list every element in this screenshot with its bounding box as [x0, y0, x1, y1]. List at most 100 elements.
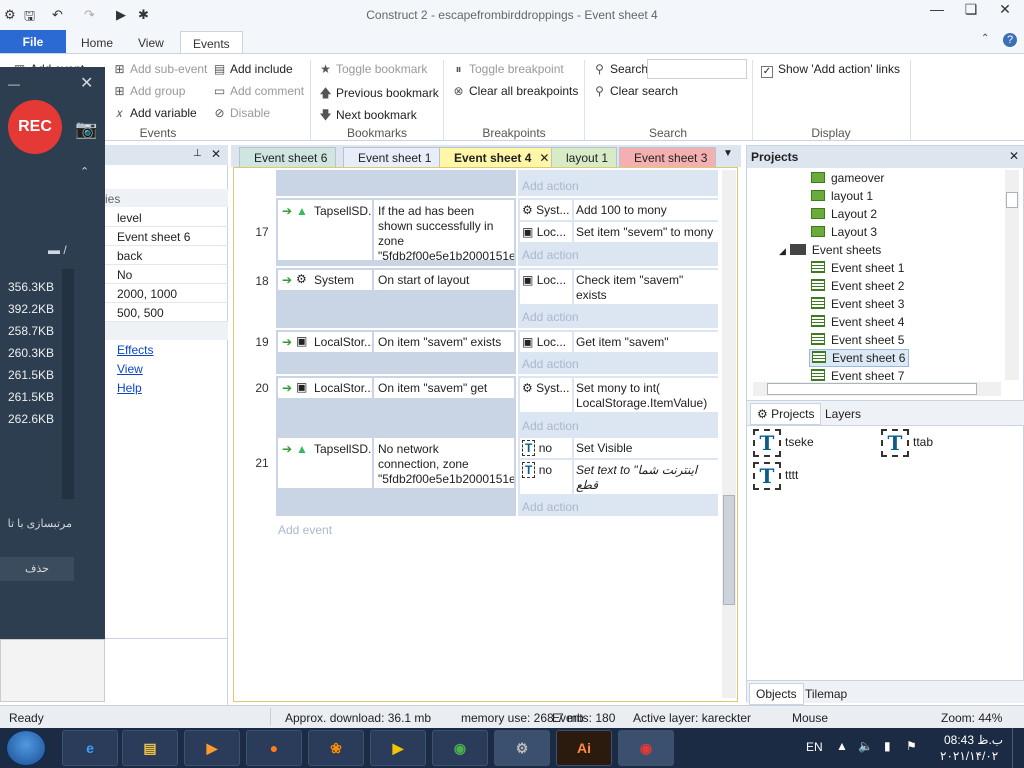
close-panel-icon[interactable]: ✕	[1009, 149, 1019, 163]
collapse-ribbon-icon[interactable]: ⌃	[981, 33, 989, 44]
construct-icon[interactable]: ⚙	[494, 730, 550, 766]
tab-file[interactable]: File	[0, 30, 66, 53]
action-text[interactable]: Check item "savem" exists	[574, 270, 718, 304]
disable-button[interactable]: ⊘ Disable	[212, 106, 270, 120]
show-add-action-checkbox[interactable]: ✓ Show 'Add action' links	[761, 62, 900, 78]
add-action-link[interactable]: Add action	[522, 179, 579, 193]
add-subevent-button[interactable]: ⊞ Add sub-event	[112, 62, 207, 76]
tree-item-event-sheet[interactable]: Event sheet 2	[811, 279, 904, 293]
illustrator-icon[interactable]: Ai	[556, 730, 612, 766]
condition-text[interactable]: No network connection, zone "5fdb2f00e5e…	[374, 438, 514, 488]
ie-icon[interactable]: e	[62, 730, 118, 766]
effects-link[interactable]: Effects	[117, 343, 153, 357]
network-icon[interactable]: ▮	[884, 739, 891, 753]
property-value[interactable]: 2000, 1000	[105, 284, 228, 303]
action-text[interactable]: Set mony to int( LocalStorage.ItemValue)	[574, 378, 718, 412]
tree-item-event-sheet-selected[interactable]: Event sheet 6	[809, 349, 910, 367]
tree-item-layout1[interactable]: layout 1	[811, 189, 873, 203]
tab-list-dropdown-icon[interactable]: ▼	[723, 148, 733, 159]
action-text[interactable]: Add 100 to mony	[574, 200, 718, 220]
event-block[interactable]: ➔ ▲ TapsellSD... No network connection, zo…	[276, 436, 516, 516]
tab-event-sheet-1[interactable]: Event sheet 1	[343, 147, 441, 167]
condition-text[interactable]: On item "savem" exists	[374, 332, 514, 352]
property-value[interactable]: back	[105, 246, 228, 265]
chrome-icon[interactable]: ◉	[432, 730, 488, 766]
action-text[interactable]: Set text to "اینترنت شما قطع است"	[574, 460, 718, 494]
add-comment-button[interactable]: ▭ Add comment	[212, 84, 304, 98]
projects-scrollbar[interactable]	[1005, 170, 1019, 380]
clear-search-button[interactable]: ⚲ Clear search	[592, 84, 678, 98]
tree-item-gameover[interactable]: gameover	[811, 171, 884, 185]
recorder-app-icon[interactable]: ◉	[618, 730, 674, 766]
tray-arrow-icon[interactable]: ▲	[836, 739, 848, 753]
property-value[interactable]: level	[105, 208, 228, 227]
condition-text[interactable]: On item "savem" get	[374, 378, 514, 398]
clear-breakpoints-button[interactable]: ⊗ Clear all breakpoints	[451, 84, 578, 98]
explorer-icon[interactable]: ▤	[122, 730, 178, 766]
recorder-scrollbar[interactable]	[62, 269, 74, 499]
recorder-minimize-icon[interactable]: —	[8, 77, 20, 91]
clock-date[interactable]: ۲۰۲۱/۱۴/۰۲	[940, 749, 998, 763]
language-indicator[interactable]: EN	[806, 740, 823, 754]
chevron-up-icon[interactable]: ⌃	[80, 165, 89, 178]
add-action-link[interactable]: Add action	[522, 419, 579, 433]
pin-icon[interactable]: ⊥	[193, 148, 202, 159]
property-value[interactable]: 500, 500	[105, 303, 228, 322]
event-block[interactable]: ➔ ▣ LocalStor... On item "savem" get	[276, 376, 516, 436]
minimize-button[interactable]: —	[920, 0, 954, 20]
close-button[interactable]: ✕	[988, 0, 1022, 20]
record-button[interactable]: REC	[8, 100, 62, 154]
delete-button[interactable]: حذف	[0, 557, 74, 581]
object-item[interactable]: Tttab	[881, 429, 933, 457]
action-text[interactable]: Set Visible	[574, 438, 718, 458]
tree-item-event-sheet[interactable]: Event sheet 1	[811, 261, 904, 275]
scrollbar-thumb[interactable]	[1006, 192, 1018, 208]
tree-item-event-sheet[interactable]: Event sheet 4	[811, 315, 904, 329]
add-action-link[interactable]: Add action	[522, 357, 579, 371]
projects-hscrollbar[interactable]	[753, 382, 1001, 396]
add-variable-button[interactable]: 𝑥 Add variable	[112, 106, 197, 121]
search-input[interactable]	[647, 59, 747, 79]
add-group-button[interactable]: ⊞ Add group	[112, 84, 185, 98]
previous-bookmark-button[interactable]: 🡅 Previous bookmark	[318, 84, 438, 105]
add-event-link[interactable]: Add event	[278, 523, 332, 537]
event-block[interactable]: ➔ ▣ LocalStor... On item "savem" exists	[276, 330, 516, 374]
scrollbar-thumb[interactable]	[723, 495, 735, 605]
add-action-link[interactable]: Add action	[522, 310, 579, 324]
tree-item-event-sheet[interactable]: Event sheet 7	[811, 369, 904, 383]
player-icon[interactable]: ▶	[370, 730, 426, 766]
expand-icon[interactable]: ◢	[779, 246, 786, 256]
close-tab-icon[interactable]: ✕	[539, 151, 549, 165]
recorder-close-icon[interactable]: ✕	[80, 73, 93, 93]
tab-objects[interactable]: Objects	[749, 683, 804, 705]
help-icon[interactable]: ?	[1003, 33, 1017, 47]
event-block[interactable]: ➔ ⚙ System On start of layout	[276, 268, 516, 328]
add-action-link[interactable]: Add action	[522, 248, 579, 262]
tab-layout-1[interactable]: layout 1	[551, 147, 618, 167]
condition-text[interactable]: If the ad has been shown successfully in…	[374, 200, 514, 260]
start-button[interactable]	[6, 730, 46, 766]
event-sheet-scrollbar[interactable]	[722, 170, 736, 698]
camera-icon[interactable]: 📷	[75, 119, 97, 140]
add-include-button[interactable]: ▤ Add include	[212, 62, 293, 76]
fl-studio-icon[interactable]: ❀	[308, 730, 364, 766]
tab-event-sheet-4[interactable]: Event sheet 4 ✕	[439, 147, 555, 167]
volume-icon[interactable]: 🔈	[858, 739, 873, 753]
scrollbar-thumb[interactable]	[767, 383, 977, 395]
tab-event-sheet-6[interactable]: Event sheet 6	[239, 147, 337, 167]
object-item[interactable]: Ttttt	[753, 462, 798, 490]
property-value[interactable]: No	[105, 265, 228, 284]
object-item[interactable]: Ttseke	[753, 429, 814, 457]
property-value[interactable]: Event sheet 6	[105, 227, 228, 246]
tab-layers[interactable]: Layers	[819, 404, 867, 424]
action-center-icon[interactable]: ⚑	[906, 739, 917, 753]
action-text[interactable]: Get item "savem"	[574, 332, 718, 352]
show-desktop-button[interactable]	[1012, 728, 1024, 768]
view-link[interactable]: View	[117, 362, 143, 376]
tab-event-sheet-3[interactable]: Event sheet 3	[619, 147, 717, 167]
tab-view[interactable]: View	[126, 31, 176, 53]
tab-projects[interactable]: ⚙ Projects	[750, 403, 822, 425]
toggle-bookmark-button[interactable]: ★ Toggle bookmark	[318, 62, 427, 76]
tree-item-layout3[interactable]: Layout 3	[811, 225, 877, 239]
firefox-icon[interactable]: ●	[246, 730, 302, 766]
